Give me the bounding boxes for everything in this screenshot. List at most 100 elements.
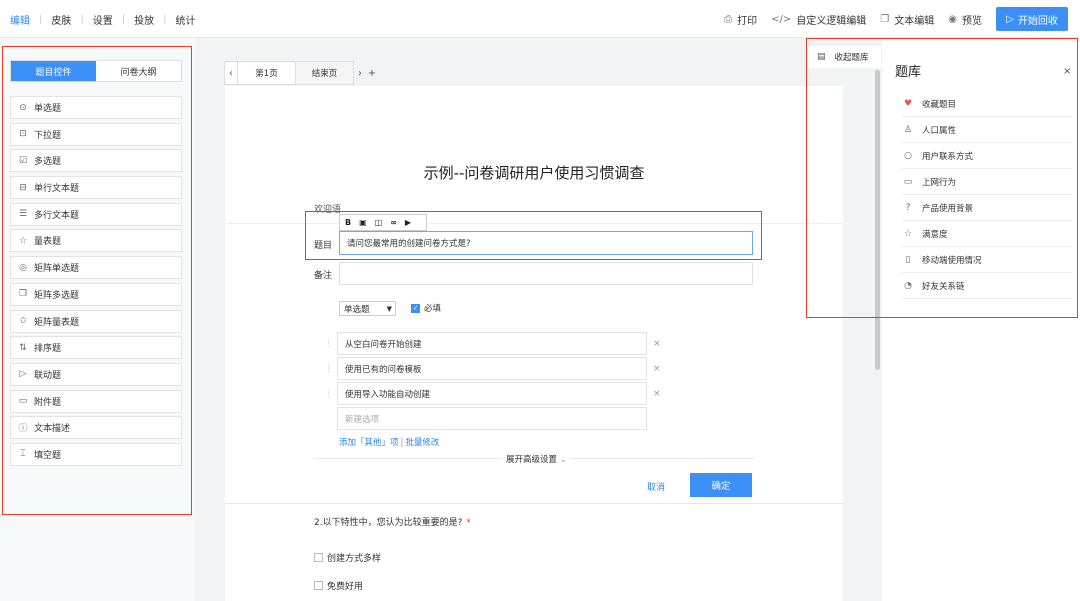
layout-icon[interactable]: ◫	[375, 218, 383, 227]
question-2-option[interactable]: 创建方式多样	[314, 551, 381, 564]
library-icon: ▤	[817, 52, 826, 62]
nav-separator: |	[121, 14, 126, 25]
confirm-button[interactable]: 确定	[690, 473, 752, 497]
text-edit-button[interactable]: ❐ 文本编辑	[880, 12, 934, 27]
library-item[interactable]: ♙ 人口属性	[902, 117, 1072, 143]
scrollbar[interactable]	[875, 70, 880, 370]
library-item[interactable]: ▯ 移动端使用情况	[902, 247, 1072, 273]
start-collect-button[interactable]: ▷ 开始回收	[996, 7, 1068, 31]
tab-end-page[interactable]: 结束页	[296, 61, 354, 85]
nav-settings[interactable]: 设置	[93, 12, 113, 27]
control-item[interactable]: ▭ 附件题	[10, 389, 182, 413]
control-item[interactable]: ⌶ 填空题	[10, 442, 182, 466]
control-item[interactable]: ⊙ 单选题	[10, 96, 182, 119]
control-item[interactable]: ⊡ 下拉题	[10, 122, 182, 146]
control-item[interactable]: ✩ 矩阵量表题	[10, 309, 182, 333]
star-icon: ☆	[903, 228, 913, 239]
question-2-option[interactable]: 免费好用	[314, 579, 363, 592]
star-icon: ☆	[18, 235, 28, 246]
start-collect-label: 开始回收	[1017, 15, 1058, 27]
option-input[interactable]: 使用导入功能自动创建	[337, 382, 647, 405]
welcome-text[interactable]: 欢迎语	[314, 202, 341, 215]
attachment-icon: ▭	[18, 396, 28, 407]
bold-icon[interactable]: B	[345, 218, 351, 227]
required-toggle[interactable]: ✓ 必填	[411, 302, 441, 314]
option-input[interactable]: 使用已有的问卷模板	[337, 357, 647, 380]
batch-edit-link[interactable]: 批量修改	[405, 438, 439, 448]
cancel-button[interactable]: 取消	[647, 480, 665, 493]
control-item[interactable]: ▷ 联动题	[10, 362, 182, 386]
question-2-text: 2.以下特性中，您认为比较重要的是?	[314, 518, 463, 528]
nav-separator: |	[80, 14, 84, 25]
advanced-label: 展开高级设置	[506, 455, 558, 465]
required-label: 必填	[424, 304, 442, 314]
library-item[interactable]: ? 产品使用背景	[902, 195, 1072, 221]
question-label: 题目	[314, 241, 333, 251]
plus-icon[interactable]: +	[366, 61, 378, 85]
nav-edit[interactable]: 编辑	[10, 12, 30, 27]
chevron-right-icon[interactable]: ›	[354, 61, 366, 85]
new-option-input[interactable]: 新建选项	[337, 407, 647, 430]
library-item[interactable]: ◔ 好友关系链	[902, 273, 1072, 299]
check-icon: ✓	[411, 303, 420, 313]
control-item[interactable]: ⊟ 单行文本题	[10, 176, 182, 200]
tab-page-1[interactable]: 第1页	[238, 61, 296, 85]
nav-skin[interactable]: 皮肤	[51, 12, 71, 27]
chevron-left-icon[interactable]: ‹	[224, 61, 238, 85]
close-icon[interactable]: ×	[653, 339, 661, 349]
question-input[interactable]: 请问您最常用的创建问卷方式是?	[339, 231, 753, 255]
advanced-settings-toggle[interactable]: 展开高级设置 ⌄	[502, 453, 571, 465]
library-item[interactable]: ♥ 收藏题目	[902, 91, 1072, 117]
question-2-title[interactable]: 2.以下特性中，您认为比较重要的是? *	[314, 515, 471, 528]
control-item[interactable]: ⓘ 文本描述	[10, 416, 182, 440]
control-label: 填空题	[34, 450, 62, 461]
control-item[interactable]: ◎ 矩阵单选题	[10, 256, 182, 280]
collapse-library-button[interactable]: ▤ 收起题库	[808, 46, 881, 68]
control-item[interactable]: ⇅ 排序题	[10, 336, 182, 360]
toolbar: ⎙ 打印 </> 自定义逻辑编辑 ❐ 文本编辑 ◉ 预览 ▷ 开始回收	[724, 7, 1068, 31]
control-item[interactable]: ☑ 多选题	[10, 149, 182, 173]
eye-icon: ◉	[948, 13, 957, 25]
nav-publish[interactable]: 投放	[134, 12, 154, 27]
control-item[interactable]: ❐ 矩阵多选题	[10, 282, 182, 306]
library-item-label: 人口属性	[922, 125, 957, 136]
option-links: 添加「其他」项 | 批量修改	[339, 436, 439, 448]
preview-button[interactable]: ◉ 预览	[948, 12, 982, 27]
print-button[interactable]: ⎙ 打印	[724, 12, 757, 27]
nav-separator: |	[39, 14, 43, 25]
video-icon[interactable]: ▶	[405, 218, 411, 227]
survey-title[interactable]: 示例--问卷调研用户使用习惯调查	[225, 162, 843, 183]
nav-stats[interactable]: 统计	[176, 12, 196, 27]
question-type-select[interactable]: 单选题 ▼	[339, 301, 396, 316]
image-icon[interactable]: ▣	[359, 218, 367, 227]
option-input[interactable]: 从空白问卷开始创建	[337, 332, 647, 355]
close-icon[interactable]: ×	[653, 364, 661, 374]
control-item[interactable]: ☰ 多行文本题	[10, 202, 182, 226]
control-panel: 题目控件 问卷大纲 ⊙ 单选题 ⊡ 下拉题 ☑ 多选题 ⊟ 单行文本题 ☰ 多行文本题 ☆…	[0, 38, 195, 601]
matrix-checkbox-icon: ❐	[18, 289, 28, 300]
link-icon[interactable]: ∞	[390, 218, 397, 227]
control-label: 量表题	[34, 237, 62, 248]
page-tabs: ‹ 第1页 结束页 › +	[224, 61, 378, 85]
logic-edit-button[interactable]: </> 自定义逻辑编辑	[771, 12, 866, 27]
library-item[interactable]: ☆ 满意度	[902, 221, 1072, 247]
relation-icon: ◔	[904, 280, 912, 291]
divider	[225, 223, 843, 224]
control-item[interactable]: ☆ 量表题	[10, 229, 182, 253]
matrix-scale-icon: ✩	[19, 316, 27, 326]
library-item-label: 产品使用背景	[922, 203, 974, 214]
control-label: 附件题	[34, 397, 62, 408]
control-label: 联动题	[34, 370, 62, 381]
library-item[interactable]: ○ 用户联系方式	[902, 143, 1072, 169]
print-icon: ⎙	[724, 13, 733, 25]
heart-icon: ♥	[903, 98, 913, 109]
tab-controls[interactable]: 题目控件	[11, 61, 96, 81]
library-item[interactable]: ▭ 上网行为	[902, 169, 1072, 195]
tab-outline[interactable]: 问卷大纲	[96, 61, 181, 81]
collapse-library-label: 收起题库	[834, 53, 869, 63]
close-icon[interactable]: ×	[1063, 66, 1071, 77]
note-input[interactable]	[339, 262, 753, 285]
add-other-link[interactable]: 添加「其他」项	[339, 438, 399, 448]
library-item-label: 移动端使用情况	[922, 255, 982, 266]
close-icon[interactable]: ×	[653, 389, 661, 399]
